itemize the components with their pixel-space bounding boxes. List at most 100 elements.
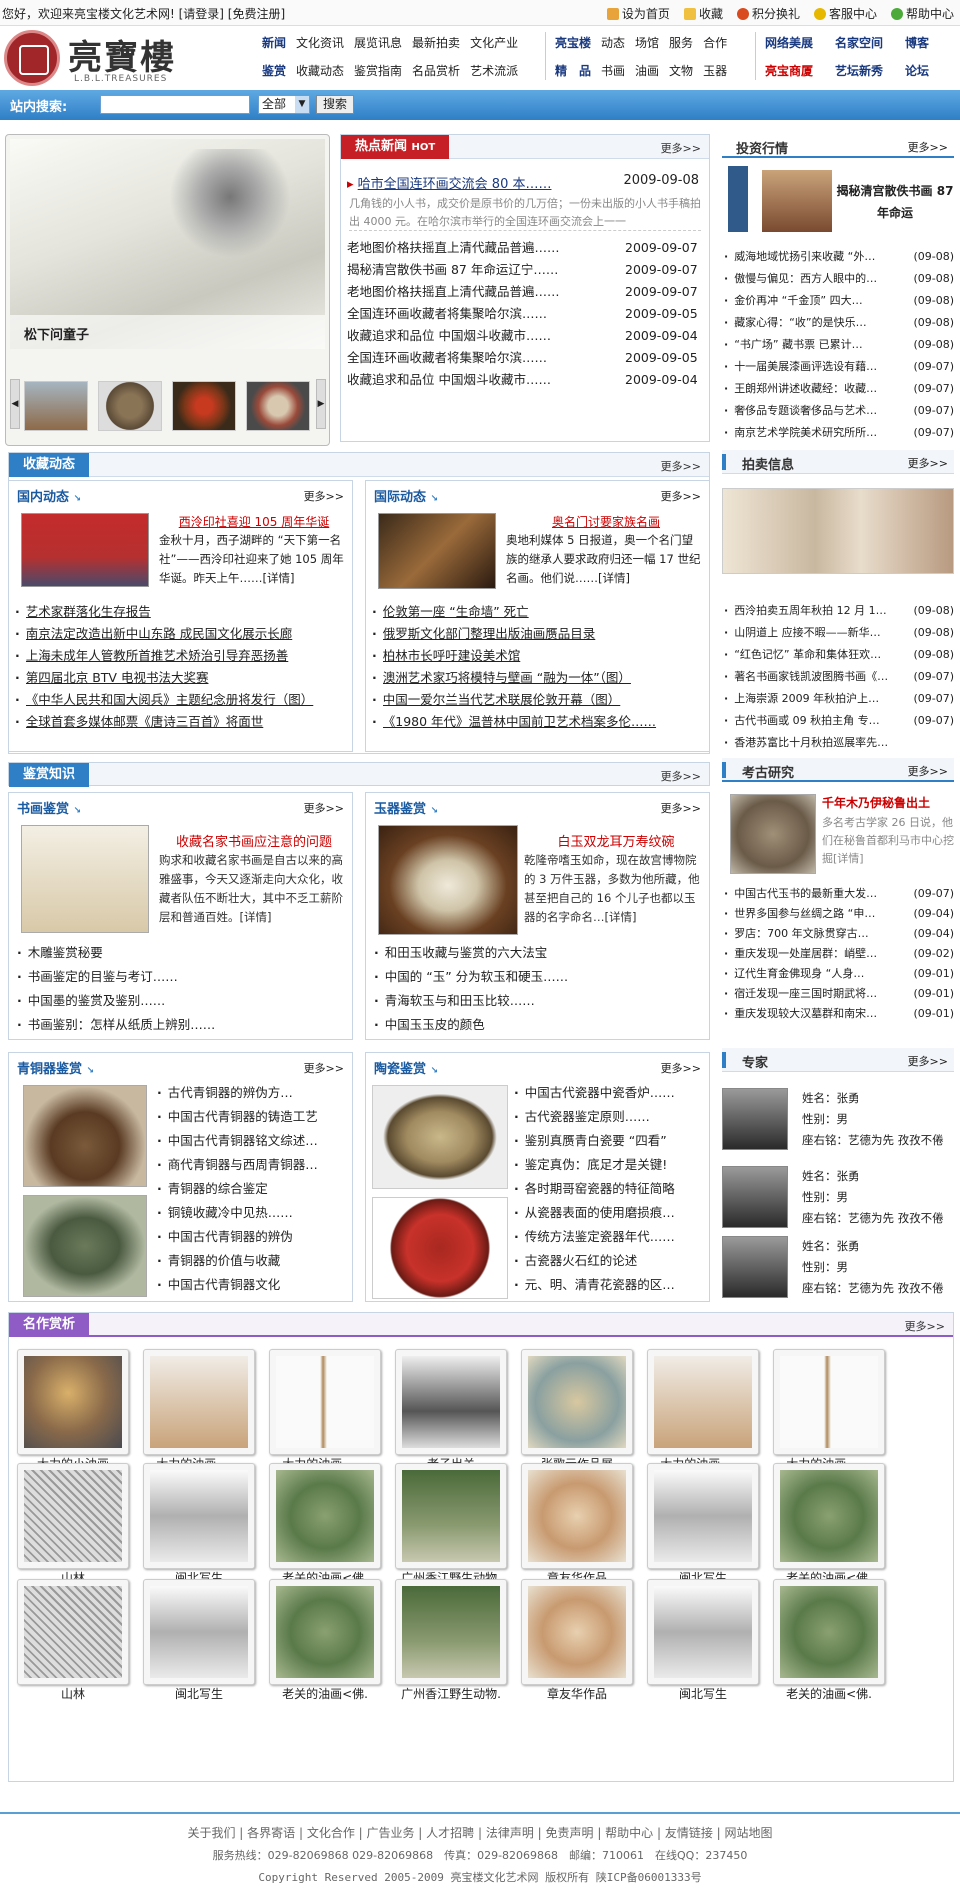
intl-lead-title[interactable]: 奥名门讨要家族名画 [506,513,706,530]
gallery-item[interactable]: 闽北写生 [647,1463,765,1589]
nav-item[interactable]: 艺术流派 [470,62,518,79]
gallery-thumbnail[interactable] [773,1579,885,1685]
auction-title-item[interactable]: 西泠拍卖五周年秋拍 12 月 1… [734,600,913,622]
news-title[interactable]: 第四届北京 BTV 电视书法大奖赛 [26,667,349,689]
nav-item[interactable]: 鉴赏 [262,62,286,79]
article-title[interactable]: 古代瓷器鉴定原则…… [525,1105,708,1129]
set-home-label[interactable]: 设为首页 [622,5,670,22]
article-title[interactable]: 青铜器的综合鉴定 [168,1177,351,1201]
article-title[interactable]: 铜镜收藏冷中见热…… [168,1201,351,1225]
jade-more-link[interactable]: 更多>> [661,800,701,816]
news-title[interactable]: 全国连环画收藏者将集聚哈尔滨…… [347,303,625,325]
article-title[interactable]: 和田玉收藏与鉴赏的六大法宝 [385,941,706,965]
slider-prev-button[interactable]: ◀ [10,379,20,429]
bronze-more-link[interactable]: 更多>> [304,1060,344,1076]
help-link[interactable]: 帮助中心 [890,5,954,22]
gallery-item[interactable]: 大力的油画-----. [773,1349,891,1475]
news-title[interactable]: 收藏追求和品位 中国烟斗收藏市…… [347,325,625,347]
hot-lead-title[interactable]: 哈市全国连环画交流会 80 本…… [358,177,552,191]
favorite-link[interactable]: 收藏 [683,5,723,22]
nav-item[interactable]: 合作 [703,34,727,51]
gallery-caption[interactable]: 山林 [17,1685,129,1703]
welcome-text[interactable]: 您好，欢迎来亮宝楼文化艺术网! [请登录] [免费注册] [2,5,285,22]
service-link[interactable]: 客服中心 [813,5,877,22]
gallery-thumbnail[interactable] [521,1349,633,1455]
article-title[interactable]: 鉴别真赝青白瓷要 “四看” [525,1129,708,1153]
points-link[interactable]: 积分换礼 [736,5,800,22]
auction-banner-image[interactable] [722,488,954,574]
footer-links[interactable]: 关于我们 | 各界寄语 | 文化合作 | 广告业务 | 人才招聘 | 法律声明 … [0,1824,960,1841]
news-title[interactable]: 上海未成年人管教所首推艺术矫治引导弃恶扬善 [26,645,349,667]
gallery-item[interactable]: 章友华作品 [521,1579,639,1705]
gallery-more-link[interactable]: 更多>> [905,1318,945,1334]
gallery-caption[interactable]: 广州香江野生动物. [395,1685,507,1703]
gallery-thumbnail[interactable] [395,1463,507,1569]
gallery-thumbnail[interactable] [773,1463,885,1569]
nav-item[interactable]: 名家空间 [835,34,883,51]
invest-lead-title[interactable]: 揭秘清宫散佚书画 87 年命运 [836,180,954,224]
gallery-item[interactable]: 老关的油画<佛. [773,1463,891,1589]
gallery-thumbnail[interactable] [17,1349,129,1455]
article-title[interactable]: 各时期哥窑瓷器的特征简略 [525,1177,708,1201]
gallery-thumbnail[interactable] [143,1579,255,1685]
article-title[interactable]: 书画鉴定的目鉴与考订…… [28,965,349,989]
gallery-item[interactable]: 大力的油画-----. [269,1349,387,1475]
article-title[interactable]: 鉴定真伪：底足才是关键! [525,1153,708,1177]
jade-lead-image[interactable] [378,825,518,935]
article-title[interactable]: 中国古代青铜器的铸造工艺 [168,1105,351,1129]
calli-more-link[interactable]: 更多>> [304,800,344,816]
news-title[interactable]: 艺术家群落化生存报告 [26,601,349,623]
gallery-caption[interactable]: 老关的油画<佛. [269,1685,381,1703]
experts-more-link[interactable]: 更多>> [908,1053,948,1069]
article-title[interactable]: 古瓷器火石红的论述 [525,1249,708,1273]
nav-item[interactable]: 艺坛新秀 [835,62,883,79]
gallery-thumbnail[interactable] [269,1349,381,1455]
gallery-thumbnail[interactable] [269,1579,381,1685]
news-title[interactable]: 柏林市长呼吁建设美术馆 [383,645,706,667]
gallery-thumbnail[interactable] [647,1349,759,1455]
collect-more-link[interactable]: 更多>> [661,458,701,474]
nav-item[interactable]: 文化资讯 [296,34,344,51]
gallery-item[interactable]: 章友华作品 [521,1463,639,1589]
gallery-item[interactable]: 山林 [17,1463,135,1589]
archaeo-item[interactable]: 宿迁发现一座三国时期武将… [734,984,913,1004]
nav-item[interactable]: 收藏动态 [296,62,344,79]
auction-title-item[interactable]: 古代书画或 09 秋拍主角 专… [734,710,913,732]
gallery-thumbnail[interactable] [143,1463,255,1569]
slider-thumb[interactable] [98,381,162,431]
article-title[interactable]: 青铜器的价值与收藏 [168,1249,351,1273]
favorite-label[interactable]: 收藏 [699,5,723,22]
gallery-caption[interactable]: 闽北写生 [143,1685,255,1703]
invest-title[interactable]: 十一届美展漆画评选设有藉… [734,356,913,378]
news-title[interactable]: 澳洲艺术家巧将模特与壁画 “融为一体”（图） [383,667,706,689]
gallery-thumbnail[interactable] [17,1463,129,1569]
article-title[interactable]: 中国的 “玉” 分为软玉和硬玉…… [385,965,706,989]
nav-item[interactable]: 场馆 [635,34,659,51]
invest-title[interactable]: 威海地域忧扬引来收藏 “外… [734,246,913,268]
archaeo-more-link[interactable]: 更多>> [908,763,948,779]
auction-title-item[interactable]: “红色记忆” 革命和集体狂欢… [734,644,913,666]
invest-title[interactable]: 金价再冲 “千金顶” 四大… [734,290,913,312]
intl-lead-image[interactable] [378,513,496,589]
nav-item[interactable]: 博客 [905,34,929,51]
archaeo-item[interactable]: 重庆发现较大汉墓群和南宋… [734,1004,913,1024]
article-title[interactable]: 从瓷器表面的使用磨损痕… [525,1201,708,1225]
auction-title-item[interactable]: 著名书画家钱凯波图腾书画《… [734,666,913,688]
service-label[interactable]: 客服中心 [829,5,877,22]
slider-caption[interactable]: 松下问童子 [24,324,89,343]
nav-item[interactable]: 精 品 [555,62,591,79]
expert-card[interactable]: 姓名：张勇 性别：男 座右铭：艺德为先 孜孜不倦 [722,1088,954,1154]
gallery-item[interactable]: 广州香江野生动物. [395,1579,513,1705]
auction-title-item[interactable]: 山阴道上 应接不暇——新华… [734,622,913,644]
slider-next-button[interactable]: ▶ [316,379,326,429]
gallery-item[interactable]: 张歌元作品展 [521,1349,639,1475]
invest-title[interactable]: 藏家心得：“收”的是快乐… [734,312,913,334]
article-title[interactable]: 中国古代瓷器中瓷香炉…… [525,1081,708,1105]
gallery-thumbnail[interactable] [395,1579,507,1685]
article-title[interactable]: 青海软玉与和田玉比较…… [385,989,706,1013]
auction-more-link[interactable]: 更多>> [908,455,948,471]
archaeo-item[interactable]: 中国古代玉书的最新重大发… [734,884,913,904]
nav-item[interactable]: 最新拍卖 [412,34,460,51]
calli-lead-image[interactable] [21,825,149,933]
archaeo-item[interactable]: 重庆发现一处崖居群：峭壁… [734,944,913,964]
